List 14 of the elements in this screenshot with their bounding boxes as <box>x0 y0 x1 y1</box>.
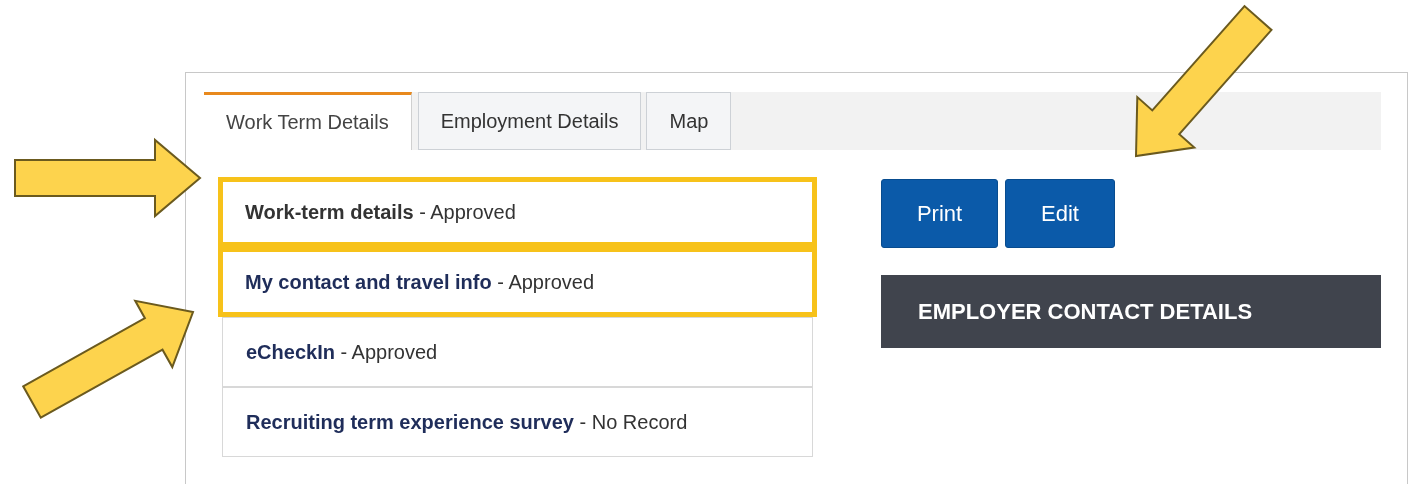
section-link[interactable]: eCheckIn - Approved <box>246 340 438 364</box>
section-link[interactable]: Recruiting term experience survey - No Record <box>246 410 688 434</box>
section-row[interactable]: My contact and travel info - Approved <box>218 247 817 317</box>
section-header: EMPLOYER CONTACT DETAILS <box>881 275 1381 348</box>
action-button[interactable]: Edit <box>1005 179 1115 248</box>
section-row[interactable]: Work-term details - Approved <box>218 177 817 247</box>
tab[interactable]: Map <box>646 92 732 150</box>
section-link[interactable]: My contact and travel info - Approved <box>245 270 594 294</box>
section-row[interactable]: eCheckIn - Approved <box>222 317 813 387</box>
tab[interactable]: Work Term Details <box>204 92 412 150</box>
section-row[interactable]: Recruiting term experience survey - No Record <box>222 387 813 457</box>
section-link[interactable]: Work-term details - Approved <box>245 200 516 224</box>
tab[interactable]: Employment Details <box>417 92 642 150</box>
action-button[interactable]: Print <box>881 179 998 248</box>
